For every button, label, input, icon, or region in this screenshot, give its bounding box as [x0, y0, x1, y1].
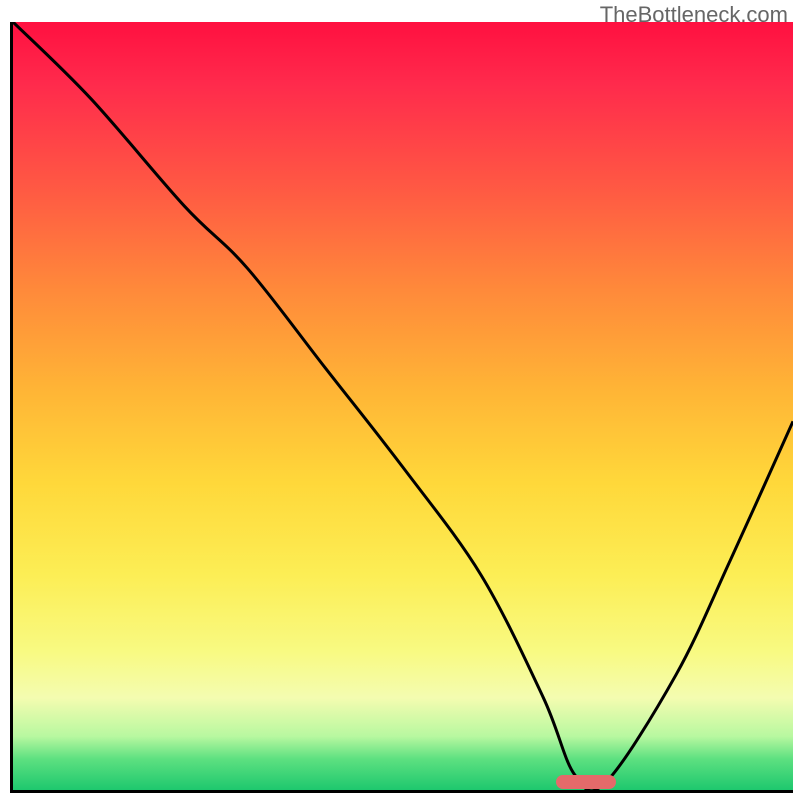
bottleneck-curve	[13, 22, 793, 790]
plot-area	[10, 22, 793, 793]
curve-path	[13, 22, 793, 790]
minimum-marker	[556, 775, 616, 789]
